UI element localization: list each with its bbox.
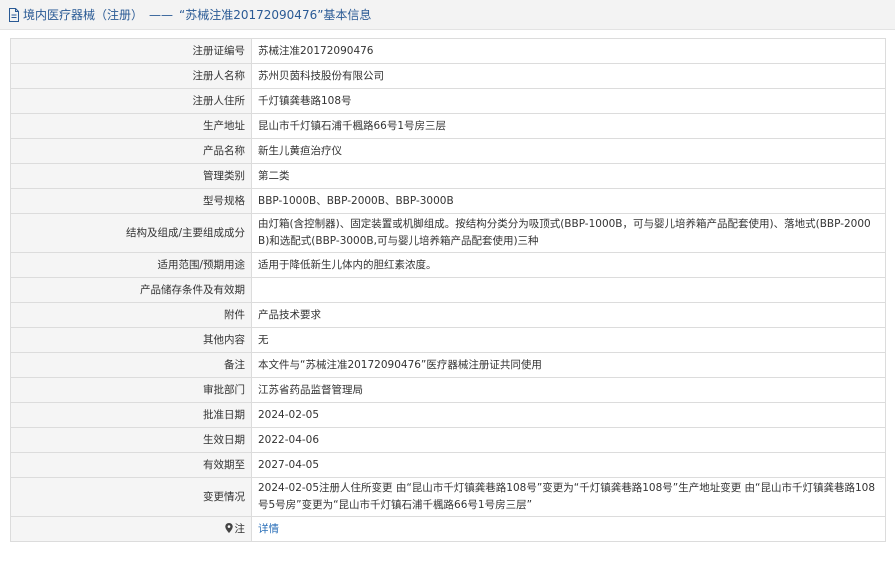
field-label: 产品储存条件及有效期	[10, 277, 252, 303]
field-value: 2027-04-05	[251, 452, 886, 478]
table-row: 适用范围/预期用途 适用于降低新生儿体内的胆红素浓度。	[10, 252, 886, 278]
field-value: BBP-1000B、BBP-2000B、BBP-3000B	[251, 188, 886, 214]
field-label: 批准日期	[10, 402, 252, 428]
field-label: 产品名称	[10, 138, 252, 164]
note-value: 详情	[251, 516, 886, 542]
field-value: 苏械注准20172090476	[251, 38, 886, 64]
field-value: 产品技术要求	[251, 302, 886, 328]
table-row: 批准日期 2024-02-05	[10, 402, 886, 428]
table-row: 备注 本文件与“苏械注准20172090476”医疗器械注册证共同使用	[10, 352, 886, 378]
table-row: 变更情况 2024-02-05注册人住所变更 由“昆山市千灯镇龚巷路108号”变…	[10, 477, 886, 517]
field-label: 适用范围/预期用途	[10, 252, 252, 278]
field-label: 审批部门	[10, 377, 252, 403]
map-pin-icon	[224, 522, 233, 533]
table-row: 产品名称 新生儿黄疸治疗仪	[10, 138, 886, 164]
field-label: 备注	[10, 352, 252, 378]
field-label: 有效期至	[10, 452, 252, 478]
field-label: 型号规格	[10, 188, 252, 214]
table-row: 注册人住所 千灯镇龚巷路108号	[10, 88, 886, 114]
page-title-bar: 境内医疗器械（注册） —— “苏械注准20172090476”基本信息	[0, 0, 895, 30]
field-label: 生产地址	[10, 113, 252, 139]
field-value: 新生儿黄疸治疗仪	[251, 138, 886, 164]
field-value: 本文件与“苏械注准20172090476”医疗器械注册证共同使用	[251, 352, 886, 378]
field-label: 注册证编号	[10, 38, 252, 64]
field-value: 江苏省药品监督管理局	[251, 377, 886, 403]
field-value: 第二类	[251, 163, 886, 189]
field-label: 管理类别	[10, 163, 252, 189]
field-label: 注册人住所	[10, 88, 252, 114]
table-row: 其他内容 无	[10, 327, 886, 353]
note-label-text: 注	[234, 522, 246, 535]
page-title: “苏械注准20172090476”基本信息	[179, 8, 372, 22]
field-label: 注册人名称	[10, 63, 252, 89]
details-link[interactable]: 详情	[258, 523, 279, 535]
field-value: 2024-02-05注册人住所变更 由“昆山市千灯镇龚巷路108号”变更为“千灯…	[251, 477, 886, 517]
breadcrumb-category[interactable]: 境内医疗器械（注册）	[23, 6, 143, 23]
field-value: 适用于降低新生儿体内的胆红素浓度。	[251, 252, 886, 278]
field-value: 由灯箱(含控制器)、固定装置或机脚组成。按结构分类分为吸顶式(BBP-1000B…	[251, 213, 886, 253]
field-label: 生效日期	[10, 427, 252, 453]
document-icon	[8, 7, 20, 22]
table-row: 型号规格 BBP-1000B、BBP-2000B、BBP-3000B	[10, 188, 886, 214]
field-label: 其他内容	[10, 327, 252, 353]
table-row: 注册人名称 苏州贝茵科技股份有限公司	[10, 63, 886, 89]
table-row: 注册证编号 苏械注准20172090476	[10, 38, 886, 64]
field-label: 变更情况	[10, 477, 252, 517]
table-row: 附件 产品技术要求	[10, 302, 886, 328]
table-row: 生产地址 昆山市千灯镇石浦千楓路66号1号房三层	[10, 113, 886, 139]
field-value: 无	[251, 327, 886, 353]
field-value: 千灯镇龚巷路108号	[251, 88, 886, 114]
field-value: 2022-04-06	[251, 427, 886, 453]
table-row: 产品储存条件及有效期	[10, 277, 886, 303]
breadcrumb-separator: ——	[149, 7, 174, 22]
field-value: 2024-02-05	[251, 402, 886, 428]
device-info-table: 注册证编号 苏械注准20172090476 注册人名称 苏州贝茵科技股份有限公司…	[10, 38, 886, 542]
table-row: 结构及组成/主要组成成分 由灯箱(含控制器)、固定装置或机脚组成。按结构分类分为…	[10, 213, 886, 253]
table-row: 有效期至 2027-04-05	[10, 452, 886, 478]
table-row: 审批部门 江苏省药品监督管理局	[10, 377, 886, 403]
field-value: 昆山市千灯镇石浦千楓路66号1号房三层	[251, 113, 886, 139]
table-row: 管理类别 第二类	[10, 163, 886, 189]
field-value: 苏州贝茵科技股份有限公司	[251, 63, 886, 89]
table-row-note: 注 详情	[10, 516, 886, 542]
table-row: 生效日期 2022-04-06	[10, 427, 886, 453]
note-label: 注	[10, 516, 252, 542]
field-label: 结构及组成/主要组成成分	[10, 213, 252, 253]
field-value	[251, 277, 886, 303]
field-label: 附件	[10, 302, 252, 328]
